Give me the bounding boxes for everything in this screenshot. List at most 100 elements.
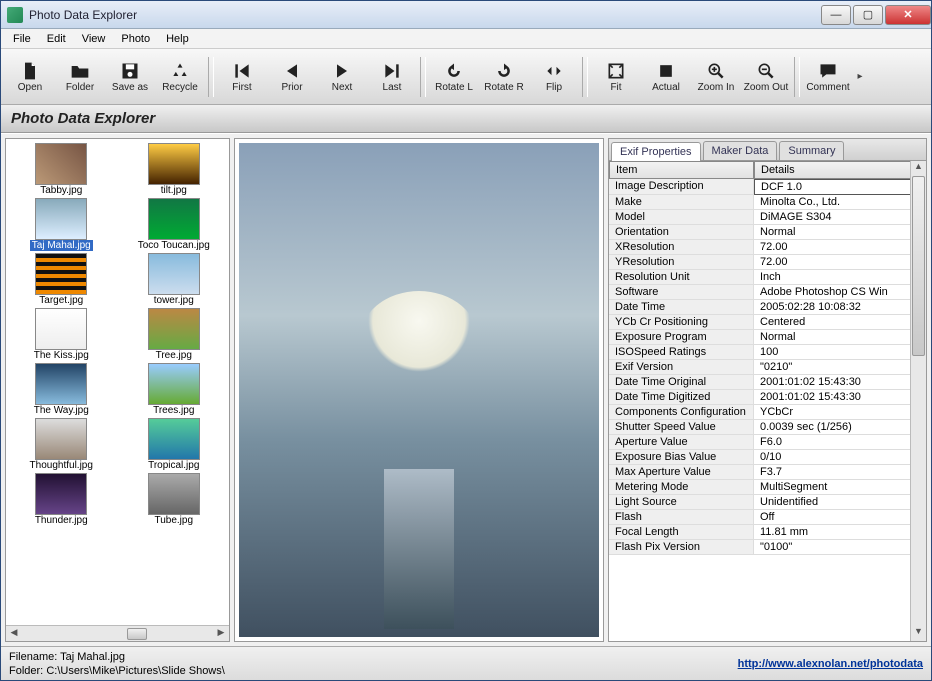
cell-details: Normal — [754, 330, 926, 345]
grid-row[interactable]: Date Time Original2001:01:02 15:43:30 — [609, 375, 926, 390]
titlebar[interactable]: Photo Data Explorer — [1, 1, 931, 29]
thumb-item[interactable]: Trees.jpg — [123, 363, 226, 416]
actual-button[interactable]: Actual — [641, 52, 691, 102]
folder-button[interactable]: Folder — [55, 52, 105, 102]
next-button[interactable]: Next — [317, 52, 367, 102]
cell-details: 100 — [754, 345, 926, 360]
scroll-left-icon[interactable]: ◀ — [6, 627, 22, 641]
thumb-item[interactable]: The Kiss.jpg — [10, 308, 113, 361]
maximize-button[interactable] — [853, 5, 883, 25]
cell-details: Off — [754, 510, 926, 525]
grid-row[interactable]: Exposure Bias Value0/10 — [609, 450, 926, 465]
thumb-item[interactable]: Taj Mahal.jpg — [10, 198, 113, 251]
tab-exif-properties[interactable]: Exif Properties — [611, 142, 701, 161]
grid-header: Item Details — [609, 161, 926, 179]
comment-button[interactable]: Comment — [803, 52, 853, 102]
toolbar-separator — [794, 57, 800, 97]
main-area: Tabby.jpgtilt.jpgTaj Mahal.jpgToco Touca… — [1, 133, 931, 646]
vscroll-track[interactable] — [911, 176, 926, 626]
open-button[interactable]: Open — [5, 52, 55, 102]
grid-row[interactable]: Image DescriptionDCF 1.0 — [609, 179, 926, 195]
col-details[interactable]: Details — [754, 161, 926, 179]
rotl-button[interactable]: Rotate L — [429, 52, 479, 102]
grid-row[interactable]: Date Time2005:02:28 10:08:32 — [609, 300, 926, 315]
toolbar-overflow[interactable]: ▸ — [853, 71, 867, 82]
zoomin-button[interactable]: Zoom In — [691, 52, 741, 102]
cell-details: 2005:02:28 10:08:32 — [754, 300, 926, 315]
last-button[interactable]: Last — [367, 52, 417, 102]
thumb-item[interactable]: Tropical.jpg — [123, 418, 226, 471]
grid-row[interactable]: Flash Pix Version"0100" — [609, 540, 926, 555]
grid-row[interactable]: Resolution UnitInch — [609, 270, 926, 285]
thumb-item[interactable]: Tree.jpg — [123, 308, 226, 361]
vscroll-thumb[interactable] — [912, 176, 925, 356]
cell-item: ISOSpeed Ratings — [609, 345, 754, 360]
thumb-item[interactable]: Tabby.jpg — [10, 143, 113, 196]
website-link[interactable]: http://www.alexnolan.net/photodata — [738, 658, 923, 670]
minimize-button[interactable] — [821, 5, 851, 25]
menu-help[interactable]: Help — [158, 31, 197, 47]
cell-details: Adobe Photoshop CS Win — [754, 285, 926, 300]
thumb-hscrollbar[interactable]: ◀ ▶ — [6, 625, 229, 641]
tab-summary[interactable]: Summary — [779, 141, 844, 160]
grid-row[interactable]: ModelDiMAGE S304 — [609, 210, 926, 225]
grid-vscrollbar[interactable]: ▲ ▼ — [910, 161, 926, 641]
scroll-right-icon[interactable]: ▶ — [213, 627, 229, 641]
thumb-item[interactable]: The Way.jpg — [10, 363, 113, 416]
grid-row[interactable]: YResolution72.00 — [609, 255, 926, 270]
grid-row[interactable]: Components ConfigurationYCbCr — [609, 405, 926, 420]
thumb-item[interactable]: tower.jpg — [123, 253, 226, 306]
preview-panel — [234, 138, 604, 642]
grid-row[interactable]: Max Aperture ValueF3.7 — [609, 465, 926, 480]
thumb-item[interactable]: Thunder.jpg — [10, 473, 113, 526]
thumb-item[interactable]: tilt.jpg — [123, 143, 226, 196]
scroll-track[interactable] — [22, 627, 213, 641]
grid-row[interactable]: FlashOff — [609, 510, 926, 525]
grid-row[interactable]: SoftwareAdobe Photoshop CS Win — [609, 285, 926, 300]
thumb-item[interactable]: Target.jpg — [10, 253, 113, 306]
close-button[interactable] — [885, 5, 931, 25]
prior-button[interactable]: Prior — [267, 52, 317, 102]
grid-row[interactable]: Date Time Digitized2001:01:02 15:43:30 — [609, 390, 926, 405]
first-button[interactable]: First — [217, 52, 267, 102]
menu-file[interactable]: File — [5, 31, 39, 47]
preview-image[interactable] — [239, 143, 599, 637]
menu-photo[interactable]: Photo — [113, 31, 158, 47]
grid-row[interactable]: Focal Length11.81 mm — [609, 525, 926, 540]
thumb-item[interactable]: Tube.jpg — [123, 473, 226, 526]
cell-item: Exposure Program — [609, 330, 754, 345]
recycle-button[interactable]: Recycle — [155, 52, 205, 102]
scroll-down-icon[interactable]: ▼ — [911, 626, 926, 641]
flip-button[interactable]: Flip — [529, 52, 579, 102]
thumbnail-grid[interactable]: Tabby.jpgtilt.jpgTaj Mahal.jpgToco Touca… — [6, 139, 229, 625]
grid-row[interactable]: Aperture ValueF6.0 — [609, 435, 926, 450]
fit-button[interactable]: Fit — [591, 52, 641, 102]
grid-row[interactable]: ISOSpeed Ratings100 — [609, 345, 926, 360]
tab-maker-data[interactable]: Maker Data — [703, 141, 778, 160]
grid-row[interactable]: XResolution72.00 — [609, 240, 926, 255]
thumb-image — [148, 473, 200, 515]
thumb-image — [148, 363, 200, 405]
cell-item: Shutter Speed Value — [609, 420, 754, 435]
thumb-item[interactable]: Toco Toucan.jpg — [123, 198, 226, 251]
rotr-button[interactable]: Rotate R — [479, 52, 529, 102]
zoomout-button[interactable]: Zoom Out — [741, 52, 791, 102]
grid-row[interactable]: Light SourceUnidentified — [609, 495, 926, 510]
grid-row[interactable]: MakeMinolta Co., Ltd. — [609, 195, 926, 210]
grid-row[interactable]: Exif Version"0210" — [609, 360, 926, 375]
grid-row[interactable]: YCb Cr PositioningCentered — [609, 315, 926, 330]
saveas-button[interactable]: Save as — [105, 52, 155, 102]
grid-row[interactable]: Shutter Speed Value0.0039 sec (1/256) — [609, 420, 926, 435]
col-item[interactable]: Item — [609, 161, 754, 179]
exif-grid[interactable]: Item Details Image DescriptionDCF 1.0Mak… — [609, 161, 926, 641]
scroll-thumb[interactable] — [127, 628, 147, 640]
thumb-image — [35, 418, 87, 460]
menu-edit[interactable]: Edit — [39, 31, 74, 47]
grid-row[interactable]: Metering ModeMultiSegment — [609, 480, 926, 495]
thumb-item[interactable]: Thoughtful.jpg — [10, 418, 113, 471]
scroll-up-icon[interactable]: ▲ — [911, 161, 926, 176]
grid-row[interactable]: OrientationNormal — [609, 225, 926, 240]
menu-view[interactable]: View — [74, 31, 114, 47]
page-title: Photo Data Explorer — [11, 110, 155, 127]
grid-row[interactable]: Exposure ProgramNormal — [609, 330, 926, 345]
